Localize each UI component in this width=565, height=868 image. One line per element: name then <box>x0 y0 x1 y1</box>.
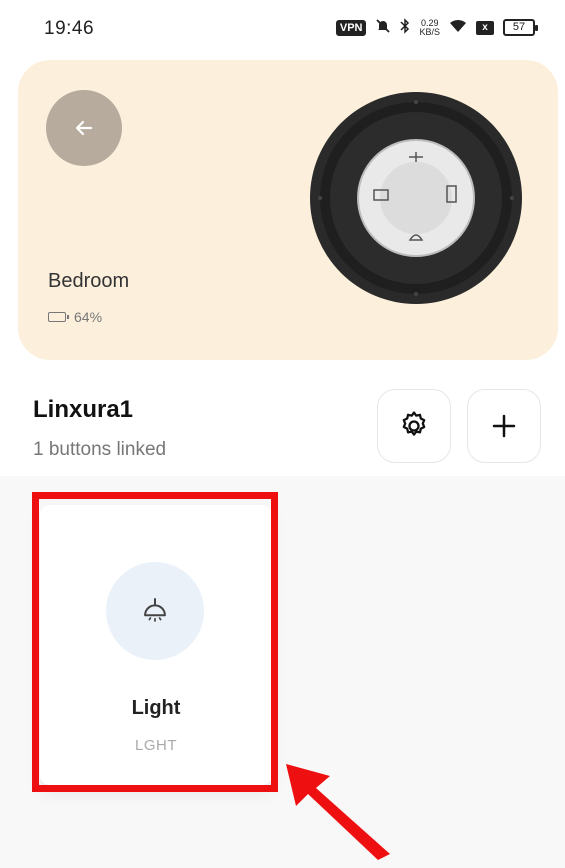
arrow-left-icon <box>75 120 93 136</box>
network-speed-icon: 0.29 KB/S <box>419 18 440 37</box>
speed-unit: KB/S <box>419 26 440 37</box>
bluetooth-icon <box>400 18 410 37</box>
gear-icon <box>402 411 426 436</box>
device-battery: 64% <box>48 309 102 325</box>
device-hero-card: Bedroom 64% <box>18 60 558 360</box>
plus-icon <box>492 414 516 438</box>
settings-button[interactable] <box>377 389 451 463</box>
highlight-box <box>32 492 278 792</box>
battery-percent: 64% <box>74 309 103 325</box>
battery-icon <box>48 312 69 322</box>
linked-count: 1 buttons linked <box>33 439 167 460</box>
status-time: 19:46 <box>44 18 95 39</box>
wifi-icon <box>449 19 467 36</box>
bell-off-icon <box>375 18 391 37</box>
annotation-arrow-icon <box>286 764 390 860</box>
battery-icon: 57 <box>503 19 538 36</box>
device-title: Linxura1 <box>33 396 134 423</box>
back-button[interactable] <box>46 90 122 166</box>
room-name: Bedroom <box>48 270 130 292</box>
device-image <box>310 92 522 304</box>
vpn-icon: VPN <box>335 19 367 36</box>
status-icons: VPN 0.29 KB/S x 57 <box>335 18 538 37</box>
sim-off-icon: x <box>476 20 494 35</box>
status-bar: 19:46 VPN 0.29 KB/S x 57 <box>0 0 565 58</box>
add-button[interactable] <box>467 389 541 463</box>
